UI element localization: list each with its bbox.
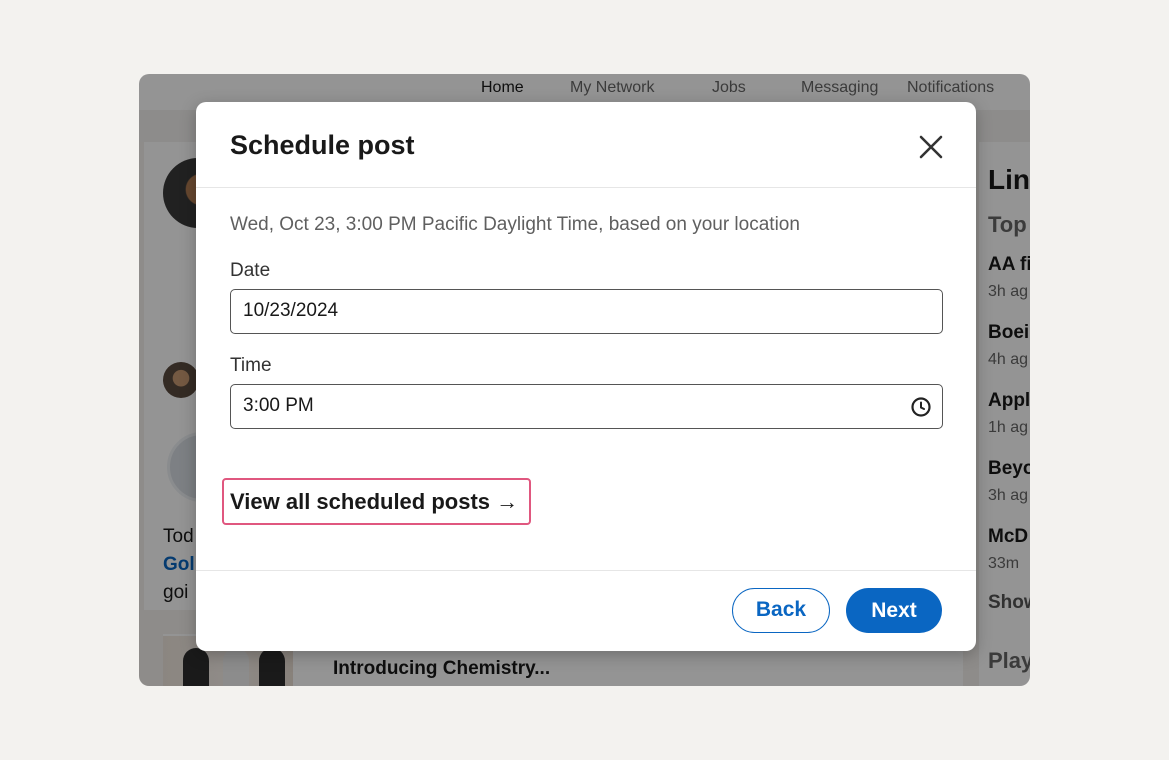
date-input[interactable]: 10/23/2024 [230,289,943,334]
close-button[interactable] [914,130,948,164]
back-button[interactable]: Back [732,588,830,633]
dialog-header: Schedule post [196,102,976,188]
dialog-footer: Back Next [196,571,976,651]
dialog-body: Wed, Oct 23, 3:00 PM Pacific Daylight Ti… [196,188,976,571]
timezone-note: Wed, Oct 23, 3:00 PM Pacific Daylight Ti… [230,214,800,235]
app-window: Home My Network Jobs Messaging Notificat… [139,74,1030,686]
time-label: Time [230,355,272,376]
next-button[interactable]: Next [846,588,942,633]
time-value: 3:00 PM [243,395,314,416]
dialog-title: Schedule post [230,130,415,160]
time-input[interactable]: 3:00 PM [230,384,943,429]
schedule-post-dialog: Schedule post Wed, Oct 23, 3:00 PM Pacif… [196,102,976,651]
date-value: 10/23/2024 [243,300,339,321]
close-icon [919,135,943,159]
view-all-scheduled-posts-link[interactable]: View all scheduled posts → [222,478,531,525]
clock-icon[interactable] [910,396,932,418]
date-label: Date [230,260,271,281]
